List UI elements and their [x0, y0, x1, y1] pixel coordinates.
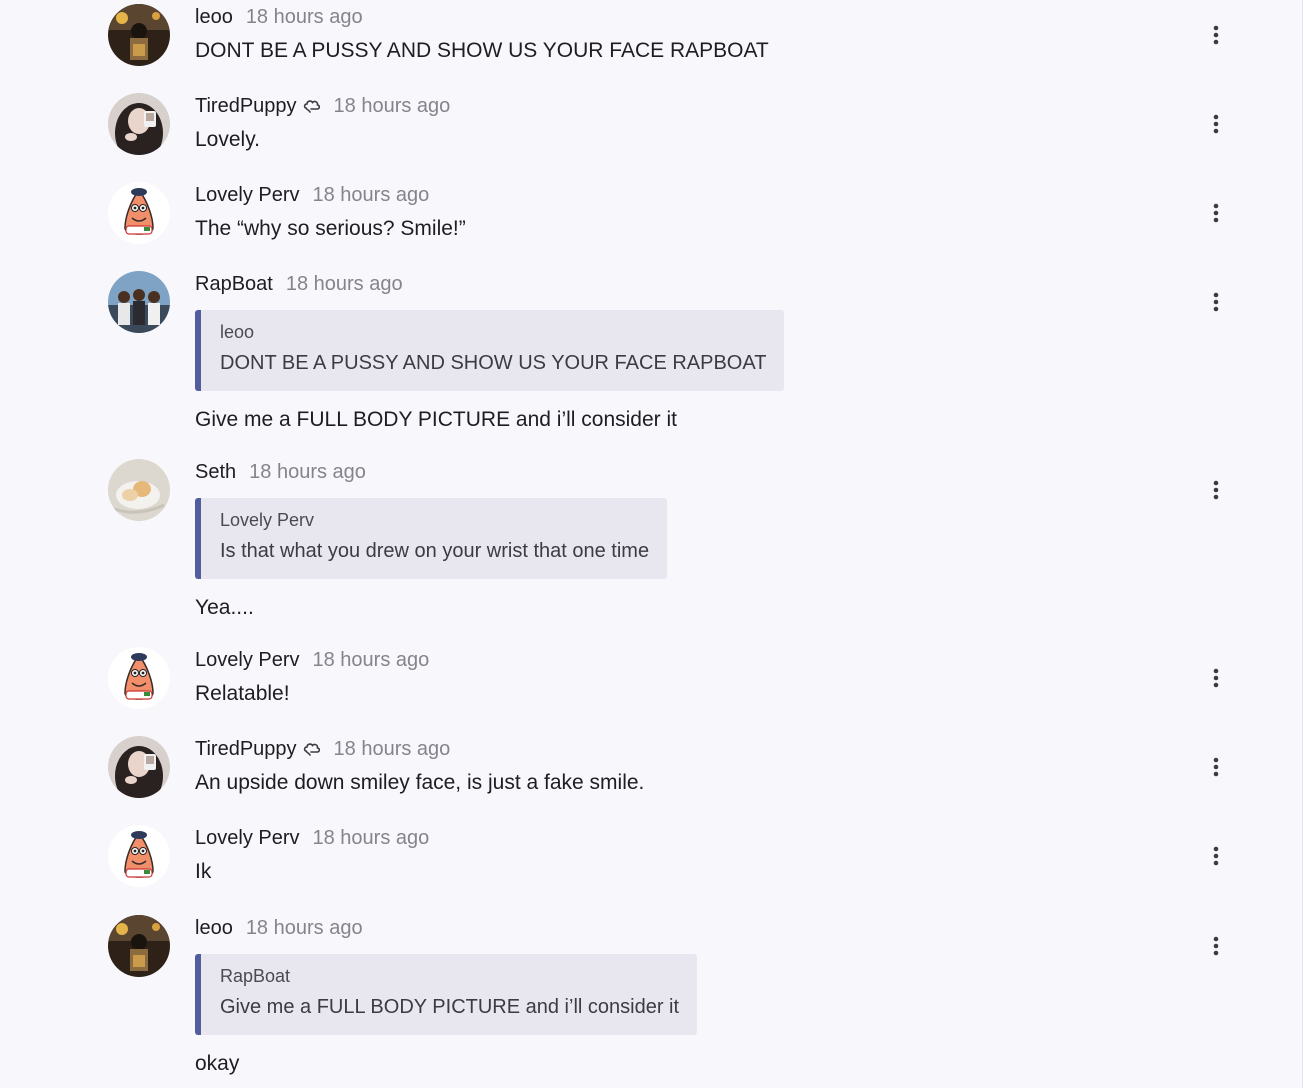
author-name[interactable]: Lovely Perv [195, 649, 300, 672]
quoted-author: RapBoat [220, 966, 291, 986]
comment-header: TiredPuppy 18 hours ago [195, 732, 1095, 766]
more-options-button[interactable] [1200, 930, 1232, 962]
timestamp: 18 hours ago [312, 183, 430, 206]
author-name[interactable]: RapBoat [195, 273, 273, 296]
more-options-button[interactable] [1200, 662, 1232, 694]
comment-text: Ik [195, 860, 212, 883]
more-vertical-icon [1213, 846, 1219, 866]
more-vertical-icon [1213, 936, 1219, 956]
comment-text: Relatable! [195, 682, 290, 705]
comment-header: Lovely Perv 18 hours ago [195, 643, 1095, 677]
avatar[interactable] [108, 182, 170, 244]
more-options-button[interactable] [1200, 197, 1232, 229]
more-options-button[interactable] [1200, 108, 1232, 140]
more-vertical-icon [1213, 480, 1219, 500]
more-vertical-icon [1213, 114, 1219, 134]
quoted-reply[interactable]: RapBoat Give me a FULL BODY PICTURE and … [195, 954, 698, 1035]
more-vertical-icon [1213, 757, 1219, 777]
author-name[interactable]: TiredPuppy [195, 95, 297, 118]
comment: TiredPuppy 18 hours ago Lovely. [0, 89, 1303, 178]
timestamp: 18 hours ago [245, 5, 363, 28]
comment-body: TiredPuppy 18 hours ago Lovely. [195, 89, 1095, 155]
avatar[interactable] [108, 93, 170, 155]
comment-header: Lovely Perv 18 hours ago [195, 821, 1095, 855]
avatar[interactable] [108, 736, 170, 798]
comment-header: Seth 18 hours ago [195, 455, 1095, 489]
comment-body: RapBoat 18 hours ago leoo DONT BE A PUSS… [195, 267, 1095, 435]
author-name[interactable]: leoo [195, 917, 233, 940]
timestamp: 18 hours ago [285, 272, 403, 295]
more-options-button[interactable] [1200, 474, 1232, 506]
comment-text: Yea.... [195, 596, 254, 619]
avatar[interactable] [108, 647, 170, 709]
author-name[interactable]: TiredPuppy [195, 738, 297, 761]
quoted-text: DONT BE A PUSSY AND SHOW US YOUR FACE RA… [220, 352, 767, 374]
comment-text: An upside down smiley face, is just a fa… [195, 771, 645, 794]
timestamp: 18 hours ago [333, 94, 451, 117]
comment-body: Lovely Perv 18 hours ago Ik [195, 821, 1095, 887]
comment: leoo 18 hours ago RapBoat Give me a FULL… [0, 911, 1303, 1088]
comment-body: Lovely Perv 18 hours ago The “why so ser… [195, 178, 1095, 244]
comment: Lovely Perv 18 hours ago The “why so ser… [0, 178, 1303, 267]
avatar[interactable] [108, 4, 170, 66]
comment: Seth 18 hours ago Lovely Perv Is that wh… [0, 455, 1303, 643]
more-options-button[interactable] [1200, 840, 1232, 872]
author-name[interactable]: leoo [195, 6, 233, 29]
more-vertical-icon [1213, 668, 1219, 688]
timestamp: 18 hours ago [312, 648, 430, 671]
comment-body: Lovely Perv 18 hours ago Relatable! [195, 643, 1095, 709]
author-name[interactable]: Lovely Perv [195, 827, 300, 850]
more-options-button[interactable] [1200, 751, 1232, 783]
author-name[interactable]: Lovely Perv [195, 184, 300, 207]
more-vertical-icon [1213, 25, 1219, 45]
quoted-author: leoo [220, 322, 255, 342]
comment-header: leoo 18 hours ago [195, 911, 1095, 945]
avatar[interactable] [108, 459, 170, 521]
more-options-button[interactable] [1200, 286, 1232, 318]
comment-body: TiredPuppy 18 hours ago An upside down s… [195, 732, 1095, 798]
more-options-button[interactable] [1200, 19, 1232, 51]
avatar[interactable] [108, 825, 170, 887]
quoted-reply[interactable]: leoo DONT BE A PUSSY AND SHOW US YOUR FA… [195, 310, 785, 391]
timestamp: 18 hours ago [312, 826, 430, 849]
comment-text: Lovely. [195, 128, 260, 151]
comment-header: RapBoat 18 hours ago [195, 267, 1095, 301]
comment-header: TiredPuppy 18 hours ago [195, 89, 1095, 123]
comment-header: Lovely Perv 18 hours ago [195, 178, 1095, 212]
comment: Lovely Perv 18 hours ago Ik [0, 821, 1303, 910]
more-vertical-icon [1213, 203, 1219, 223]
comment-text: The “why so serious? Smile!” [195, 217, 466, 240]
comment-text: DONT BE A PUSSY AND SHOW US YOUR FACE RA… [195, 39, 769, 62]
avatar[interactable] [108, 271, 170, 333]
timestamp: 18 hours ago [245, 916, 363, 939]
timestamp: 18 hours ago [249, 460, 366, 483]
comment: TiredPuppy 18 hours ago An upside down s… [0, 732, 1303, 821]
comment-text: okay [195, 1052, 240, 1075]
quoted-text: Give me a FULL BODY PICTURE and i’ll con… [220, 996, 680, 1018]
quoted-reply[interactable]: Lovely Perv Is that what you drew on you… [195, 498, 668, 579]
comment-header: leoo 18 hours ago [195, 0, 1095, 34]
cloud-badge-icon [303, 741, 321, 759]
comment-body: leoo 18 hours ago DONT BE A PUSSY AND SH… [195, 0, 1095, 66]
more-vertical-icon [1213, 292, 1219, 312]
timestamp: 18 hours ago [333, 737, 451, 760]
comment: Lovely Perv 18 hours ago Relatable! [0, 643, 1303, 732]
comment-body: leoo 18 hours ago RapBoat Give me a FULL… [195, 911, 1095, 1079]
comment: RapBoat 18 hours ago leoo DONT BE A PUSS… [0, 267, 1303, 455]
cloud-badge-icon [303, 98, 321, 116]
author-name[interactable]: Seth [195, 461, 236, 484]
avatar[interactable] [108, 915, 170, 977]
comment-text: Give me a FULL BODY PICTURE and i’ll con… [195, 408, 677, 431]
comment-body: Seth 18 hours ago Lovely Perv Is that wh… [195, 455, 1095, 623]
comment: leoo 18 hours ago DONT BE A PUSSY AND SH… [0, 0, 1303, 89]
quoted-author: Lovely Perv [220, 510, 315, 530]
quoted-text: Is that what you drew on your wrist that… [220, 540, 650, 562]
